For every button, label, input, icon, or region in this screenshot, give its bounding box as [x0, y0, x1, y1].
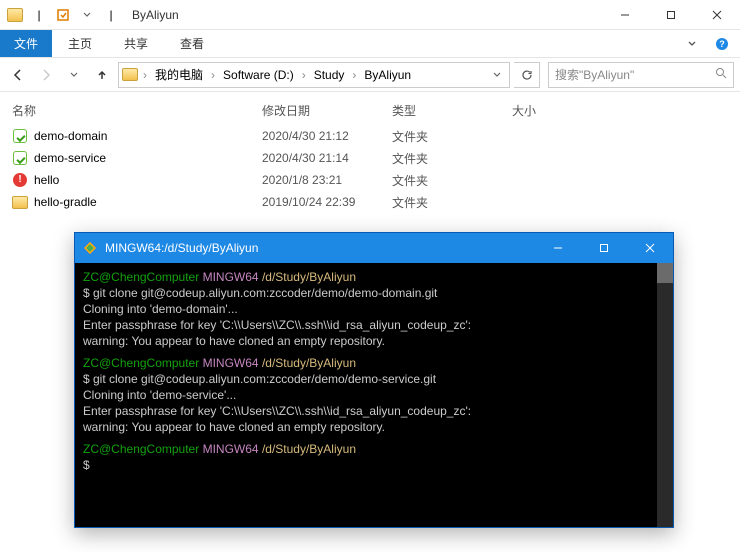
file-modified: 2020/4/30 21:14: [262, 151, 392, 165]
quick-access-toolbar: | |: [0, 4, 126, 26]
col-name[interactable]: 名称: [12, 102, 262, 119]
chevron-right-icon[interactable]: ›: [209, 68, 217, 82]
column-headers: 名称 修改日期 类型 大小: [0, 92, 740, 125]
terminal-line: warning: You appear to have cloned an em…: [83, 419, 665, 435]
file-name: hello-gradle: [34, 195, 97, 209]
file-name: demo-service: [34, 151, 106, 165]
terminal-prompt: ZC@ChengComputer MINGW64 /d/Study/ByAliy…: [83, 355, 665, 371]
folder-icon: [12, 194, 28, 210]
col-type[interactable]: 类型: [392, 102, 512, 119]
tab-share[interactable]: 共享: [108, 30, 164, 57]
address-dropdown-icon[interactable]: [485, 63, 509, 87]
col-size[interactable]: 大小: [512, 102, 632, 119]
terminal-line: warning: You appear to have cloned an em…: [83, 333, 665, 349]
table-row[interactable]: demo-service 2020/4/30 21:14文件夹: [12, 147, 728, 169]
refresh-button[interactable]: [514, 62, 540, 88]
chevron-right-icon[interactable]: ›: [350, 68, 358, 82]
terminal-line: $ git clone git@codeup.aliyun.com:zccode…: [83, 285, 665, 301]
terminal-scrollbar[interactable]: [657, 263, 673, 527]
search-placeholder: 搜索"ByAliyun": [555, 66, 715, 83]
search-input[interactable]: 搜索"ByAliyun": [548, 62, 734, 88]
breadcrumb-segment[interactable]: Software (D:): [217, 63, 300, 87]
file-name: hello: [34, 173, 59, 187]
terminal-minimize-button[interactable]: [535, 233, 581, 263]
terminal-icon: [81, 239, 99, 257]
folder-icon: [4, 4, 26, 26]
qat-dropdown-icon[interactable]: [76, 4, 98, 26]
titlebar: | | ByAliyun: [0, 0, 740, 30]
file-name: demo-domain: [34, 129, 107, 143]
table-row[interactable]: demo-domain 2020/4/30 21:12文件夹: [12, 125, 728, 147]
content-area: 名称 修改日期 类型 大小 demo-domain 2020/4/30 21:12…: [0, 92, 740, 213]
terminal-window: MINGW64:/d/Study/ByAliyun ZC@ChengComput…: [74, 232, 674, 528]
close-button[interactable]: [694, 0, 740, 30]
breadcrumb-segment[interactable]: ByAliyun: [358, 63, 417, 87]
file-type: 文件夹: [392, 172, 512, 189]
file-tab[interactable]: 文件: [0, 30, 52, 57]
file-modified: 2020/4/30 21:12: [262, 129, 392, 143]
breadcrumb-segment[interactable]: 我的电脑: [149, 63, 209, 87]
window-title: ByAliyun: [126, 8, 179, 22]
file-modified: 2019/10/24 22:39: [262, 195, 392, 209]
terminal-line: $: [83, 457, 665, 473]
qat-separator2: |: [100, 4, 122, 26]
terminal-line: Enter passphrase for key 'C:\\Users\\ZC\…: [83, 403, 665, 419]
table-row[interactable]: hello 2020/1/8 23:21文件夹: [12, 169, 728, 191]
window-buttons: [602, 0, 740, 30]
recent-dropdown-icon[interactable]: [62, 63, 86, 87]
file-modified: 2020/1/8 23:21: [262, 173, 392, 187]
file-type: 文件夹: [392, 194, 512, 211]
terminal-titlebar[interactable]: MINGW64:/d/Study/ByAliyun: [75, 233, 673, 263]
terminal-scrollthumb[interactable]: [657, 263, 673, 283]
svg-text:?: ?: [719, 39, 725, 49]
nav-row: › 我的电脑 › Software (D:) › Study › ByAliyu…: [0, 58, 740, 92]
terminal-close-button[interactable]: [627, 233, 673, 263]
terminal-title: MINGW64:/d/Study/ByAliyun: [105, 241, 535, 255]
status-ok-icon: [12, 128, 28, 144]
chevron-right-icon[interactable]: ›: [141, 68, 149, 82]
terminal-prompt: ZC@ChengComputer MINGW64 /d/Study/ByAliy…: [83, 269, 665, 285]
back-button[interactable]: [6, 63, 30, 87]
forward-button[interactable]: [34, 63, 58, 87]
address-folder-icon: [119, 68, 141, 81]
ribbon-expand-icon[interactable]: [680, 30, 704, 57]
status-ok-icon: [12, 150, 28, 166]
status-error-icon: [12, 172, 28, 188]
col-modified[interactable]: 修改日期: [262, 102, 392, 119]
qat-properties-icon[interactable]: [52, 4, 74, 26]
file-type: 文件夹: [392, 128, 512, 145]
terminal-maximize-button[interactable]: [581, 233, 627, 263]
chevron-right-icon[interactable]: ›: [300, 68, 308, 82]
tab-home[interactable]: 主页: [52, 30, 108, 57]
breadcrumb-segment[interactable]: Study: [308, 63, 351, 87]
minimize-button[interactable]: [602, 0, 648, 30]
terminal-body[interactable]: ZC@ChengComputer MINGW64 /d/Study/ByAliy…: [75, 263, 673, 527]
search-icon[interactable]: [715, 67, 727, 82]
tab-view[interactable]: 查看: [164, 30, 220, 57]
terminal-line: Enter passphrase for key 'C:\\Users\\ZC\…: [83, 317, 665, 333]
up-button[interactable]: [90, 63, 114, 87]
terminal-prompt: ZC@ChengComputer MINGW64 /d/Study/ByAliy…: [83, 441, 665, 457]
address-bar[interactable]: › 我的电脑 › Software (D:) › Study › ByAliyu…: [118, 62, 510, 88]
maximize-button[interactable]: [648, 0, 694, 30]
file-list: demo-domain2020/4/30 21:12文件夹demo-servic…: [0, 125, 740, 213]
ribbon: 文件 主页 共享 查看 ?: [0, 30, 740, 58]
terminal-line: $ git clone git@codeup.aliyun.com:zccode…: [83, 371, 665, 387]
table-row[interactable]: hello-gradle 2019/10/24 22:39文件夹: [12, 191, 728, 213]
file-type: 文件夹: [392, 150, 512, 167]
terminal-line: Cloning into 'demo-domain'...: [83, 301, 665, 317]
qat-separator: |: [28, 4, 50, 26]
help-icon[interactable]: ?: [710, 30, 734, 57]
terminal-line: Cloning into 'demo-service'...: [83, 387, 665, 403]
